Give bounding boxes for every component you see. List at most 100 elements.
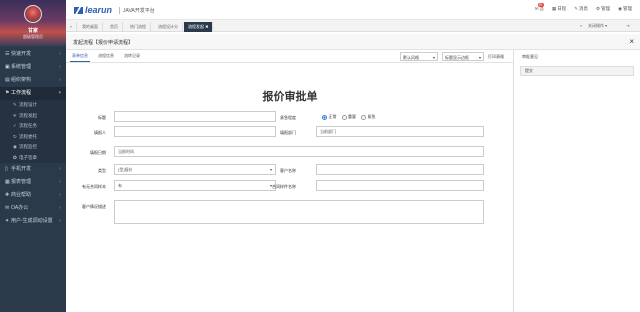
type-select[interactable]: (型)报价 ▾ [114,164,276,175]
sidebar-item-quick-dev[interactable]: ☰ 快速开发 ‹ [0,48,66,61]
sidebar-item-label: 商业帮助 [11,192,32,198]
sidebar-item-oa[interactable]: ✉ OA办公 ‹ [0,202,66,215]
sidebar-subitem-label: 电子签章 [19,154,37,160]
urgency-radio-urgent[interactable] [361,114,366,120]
close-icon[interactable]: × [629,37,634,46]
tab-flow-records[interactable]: 流转记录 [122,53,142,59]
submit-button[interactable]: 提交 [520,66,634,76]
type-label: 类型 [98,168,106,173]
tab-form-info[interactable]: 表单信息 [70,53,90,62]
avatar[interactable] [24,5,42,23]
logo-text: learun [85,5,113,15]
sidebar-item-org[interactable]: ▤组织架构 ‹ [0,74,66,87]
sidebar-subitem-tasks[interactable]: ✓ 流程任务 [0,121,66,132]
print-button[interactable]: 打印表格 [486,52,512,61]
chevron-left-icon: ‹ [59,179,61,185]
tab-scroll-left[interactable]: « [66,22,78,32]
date-input[interactable]: 当前时间 [114,146,484,157]
notes-textarea[interactable] [114,200,484,224]
mail-icon: ✉ [534,6,539,11]
tab-scroll-right[interactable]: » [580,23,582,28]
form-area: 表单信息 流程信息 流转记录 默认风格 ▾ 标题显示边框 ▾ 打印表格 报价审批单 … [66,50,514,312]
top-nav-notice[interactable]: ✎消息 [574,6,588,12]
top-bar: learun JAVA开发平台 ✉ 9+ 吾 ▦日程 ✎消息 ⚙管理 ◉管理 [66,0,640,20]
date-label: 填报日期 [90,150,106,155]
sidebar-subitem-delegate[interactable]: ↻ 流程委托 [0,131,66,142]
notes-label: 客户情况描述 [82,204,106,209]
sidebar-item-label: 手机开发 [11,166,32,172]
top-nav-label: 管理 [601,6,611,11]
style-select[interactable]: 默认风格 ▾ [400,52,438,61]
close-icon[interactable]: ✖ [205,24,208,29]
sidebar-subitem-label: 流程设计 [19,102,37,107]
title-label: 标题 [98,115,106,120]
top-nav-messages[interactable]: ✉ 9+ 吾 [534,3,544,12]
urgency-radio-important[interactable] [341,114,347,120]
approval-panel: 审批意见 提交 [514,50,640,312]
type-select-value: (型)报价 [118,167,133,172]
title-input[interactable] [114,111,276,122]
tab-home[interactable]: 首页 [106,22,123,32]
draft-select[interactable]: 有 ▾ [114,180,276,191]
sidebar-subitem-design[interactable]: ✎ 流程设计 [0,100,66,111]
top-nav-schedule[interactable]: ▦日程 [552,6,566,12]
sidebar-subitem-seal[interactable]: ✪ 电子签章 [0,152,66,163]
sidebar-item-label: 系统管理 [11,64,32,70]
panel-title: 发起流程【报价申请流程】 [73,40,134,46]
border-mode-value: 标题显示边框 [445,55,469,60]
profile-panel: 甘家 超级管理员 [0,0,66,46]
sidebar-subitem-label: 流程发起 [19,112,37,118]
top-nav-user[interactable]: ◉管理 [618,6,632,12]
sidebar-item-report[interactable]: ▦报表管理 ‹ [0,176,66,189]
sidebar-item-label: 报表管理 [11,179,32,185]
sidebar-subitem-label: 流程监控 [19,144,37,149]
tab-hot-flows[interactable]: 热门流程 [126,22,151,32]
contract-input[interactable] [316,180,484,191]
style-select-value: 默认风格 [403,55,419,60]
chevron-left-icon: ‹ [59,51,61,57]
notification-badge: 9+ [537,3,544,7]
sidebar-item-mobile[interactable]: ▯ 手机开发 ‹ [0,163,66,176]
chevron-left-icon: ‹ [59,205,61,211]
sidebar-subitem-label: 流程任务 [19,123,37,128]
tab-desktop[interactable]: 我的桌面 [78,22,103,32]
draft-select-value: 有 [118,183,122,188]
sidebar-item-label: 用户-生成调动设置 [11,218,53,224]
dept-input[interactable]: 当前部门 [316,126,484,137]
tab-flow-info[interactable]: 流程信息 [96,53,116,59]
sidebar-subitem-launch[interactable]: ✈ 流程发起 [0,110,66,121]
user-name: 甘家 [27,28,38,34]
applicant-input[interactable] [114,126,276,137]
calendar-icon: ▦ [551,6,557,11]
user-role: 超级管理员 [23,34,43,39]
sidebar-item-label: 工作流程 [11,90,32,96]
sidebar-item-label: 组织架构 [11,77,32,83]
tab-label: 流程发起 [188,24,204,29]
user-icon: ◉ [618,6,622,11]
chevron-down-icon: ▾ [478,55,481,60]
chevron-left-icon: ‹ [59,64,61,70]
close-operations-dropdown[interactable]: 关闭操作 ▾ [588,23,607,29]
top-nav-settings[interactable]: ⚙管理 [596,6,610,12]
sidebar-subitem-monitor[interactable]: ◉ 流程监控 [0,142,66,153]
sidebar-item-help[interactable]: ✚ 商业帮助 ‹ [0,189,66,202]
urgency-radio-normal[interactable] [322,114,327,120]
platform-subtitle: JAVA开发平台 [119,7,155,14]
tab-flow-design[interactable]: 流程设计分 [154,22,183,32]
sidebar-subitem-label: 流程委托 [19,133,37,139]
chevron-down-icon: ▾ [58,90,61,96]
edit-icon: ✎ [574,6,579,11]
sidebar-item-workflow[interactable]: ⚑ 工作流程 ▾ [0,87,66,100]
sidebar-item-user-settings[interactable]: ✦ 用户-生成调动设置 ‹ [0,215,66,228]
tab-flow-launch[interactable]: 流程发起 ✖ [184,22,214,32]
sidebar-item-system[interactable]: ▣系统管理 ‹ [0,61,66,74]
logo[interactable]: learun [74,5,112,15]
top-nav-label: 日程 [557,6,567,11]
customer-input[interactable] [316,164,484,175]
sidebar-menu: ☰ 快速开发 ‹ ▣系统管理 ‹ ▤组织架构 ‹ ⚑ 工作流程 ▾ ✎ 流程设计 ✈ 流程发起 … [0,48,66,228]
exit-icon[interactable]: ⇥ [626,23,629,28]
border-mode-select[interactable]: 标题显示边框 ▾ [442,52,484,61]
contract-label: 合同样件名称 [272,184,296,189]
top-nav: ✉ 9+ 吾 ▦日程 ✎消息 ⚙管理 ◉管理 [534,3,640,12]
dept-label: 填报部门 [280,130,296,135]
